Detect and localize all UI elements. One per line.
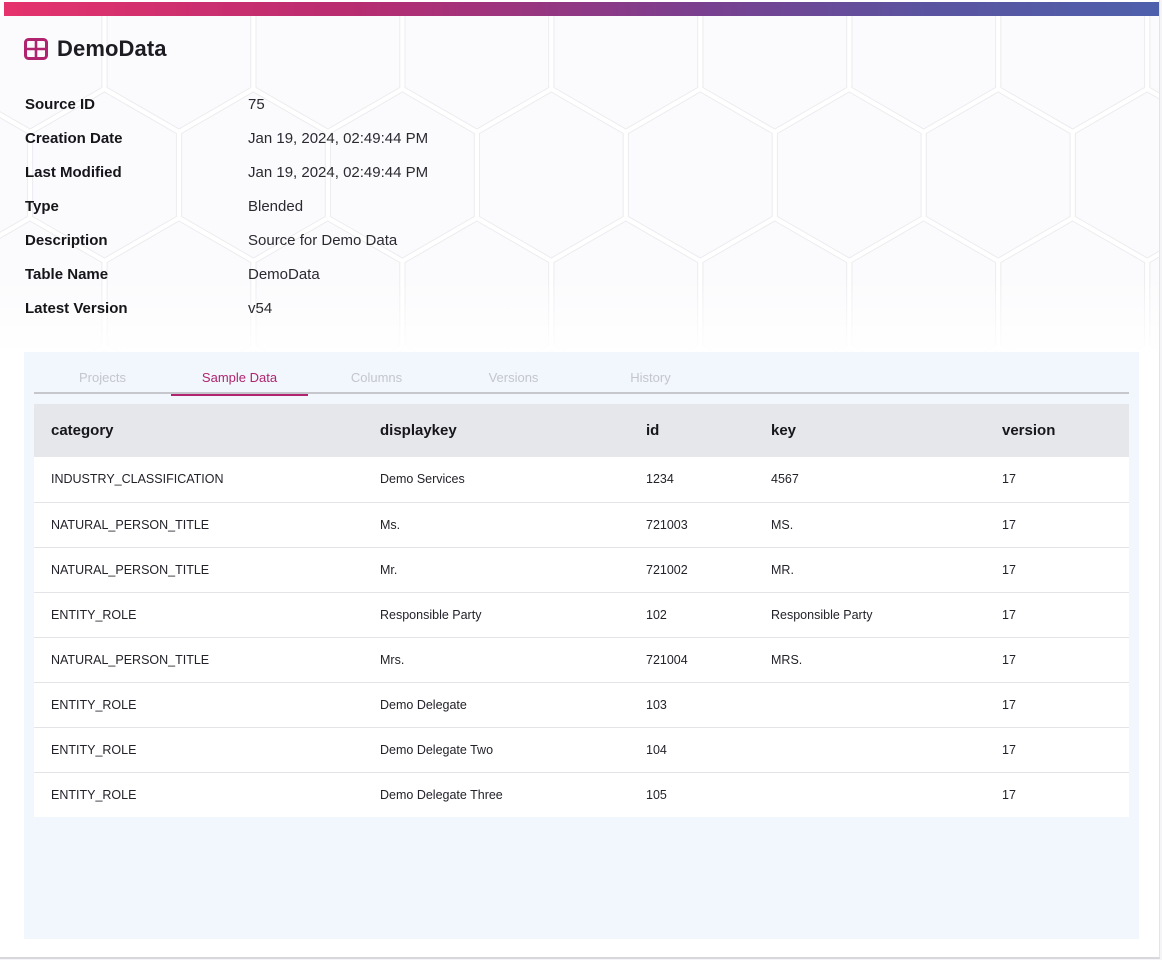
meta-label: Type bbox=[25, 198, 59, 215]
table-row[interactable]: NATURAL_PERSON_TITLE Ms. 721003 MS. 17 bbox=[34, 502, 1129, 548]
cell-category: NATURAL_PERSON_TITLE bbox=[34, 547, 363, 593]
cell-key bbox=[754, 727, 985, 773]
column-header-id[interactable]: id bbox=[629, 404, 754, 457]
table-row[interactable]: NATURAL_PERSON_TITLE Mrs. 721004 MRS. 17 bbox=[34, 637, 1129, 683]
cell-category: ENTITY_ROLE bbox=[34, 682, 363, 728]
cell-category: INDUSTRY_CLASSIFICATION bbox=[34, 457, 363, 503]
meta-value: v54 bbox=[248, 300, 273, 317]
cell-id: 721003 bbox=[629, 502, 754, 548]
table-row[interactable]: ENTITY_ROLE Demo Delegate 103 17 bbox=[34, 682, 1129, 728]
column-header-version[interactable]: version bbox=[985, 404, 1129, 457]
cell-category: ENTITY_ROLE bbox=[34, 727, 363, 773]
cell-key: Responsible Party bbox=[754, 592, 985, 638]
cell-version: 17 bbox=[985, 502, 1129, 548]
table-row[interactable]: INDUSTRY_CLASSIFICATION Demo Services 1234… bbox=[34, 457, 1129, 503]
meta-label: Description bbox=[25, 232, 108, 249]
cell-key: 4567 bbox=[754, 457, 985, 503]
cell-version: 17 bbox=[985, 457, 1129, 503]
page-title: DemoData bbox=[57, 36, 167, 61]
meta-value: Jan 19, 2024, 02:49:44 PM bbox=[248, 164, 429, 181]
meta-row-creation-date: Creation Date Jan 19, 2024, 02:49:44 PM bbox=[25, 130, 428, 164]
meta-value: 75 bbox=[248, 96, 265, 113]
tab-sample-data[interactable]: Sample Data bbox=[171, 352, 308, 396]
meta-label: Last Modified bbox=[25, 164, 122, 181]
source-metadata: Source ID 75 Creation Date Jan 19, 2024,… bbox=[25, 96, 428, 334]
cell-displaykey: Ms. bbox=[363, 502, 629, 548]
meta-row-table-name: Table Name DemoData bbox=[25, 266, 428, 300]
meta-value: Source for Demo Data bbox=[248, 232, 398, 249]
hexagon-shape bbox=[479, 91, 624, 259]
cell-id: 721002 bbox=[629, 547, 754, 593]
hexagon-shape bbox=[776, 91, 922, 259]
cell-category: ENTITY_ROLE bbox=[34, 592, 363, 638]
cell-id: 104 bbox=[629, 727, 754, 773]
meta-row-description: Description Source for Demo Data bbox=[25, 232, 428, 266]
column-header-category[interactable]: category bbox=[34, 404, 363, 457]
cell-id: 721004 bbox=[629, 637, 754, 683]
table-row[interactable]: ENTITY_ROLE Demo Delegate Two 104 17 bbox=[34, 727, 1129, 773]
meta-value: Jan 19, 2024, 02:49:44 PM bbox=[248, 130, 429, 147]
meta-row-source-id: Source ID 75 bbox=[25, 96, 428, 130]
cell-id: 103 bbox=[629, 682, 754, 728]
hexagon-shape bbox=[925, 91, 1071, 259]
cell-id: 102 bbox=[629, 592, 754, 638]
tab-history[interactable]: History bbox=[582, 352, 719, 394]
cell-displaykey: Mr. bbox=[363, 547, 629, 593]
tab-columns[interactable]: Columns bbox=[308, 352, 445, 394]
meta-row-last-modified: Last Modified Jan 19, 2024, 02:49:44 PM bbox=[25, 164, 428, 198]
column-header-key[interactable]: key bbox=[754, 404, 985, 457]
details-tab-panel: Projects Sample Data Columns Versions Hi… bbox=[24, 352, 1139, 939]
table-grid-icon bbox=[24, 38, 48, 60]
cell-displaykey: Demo Delegate bbox=[363, 682, 629, 728]
cell-version: 17 bbox=[985, 592, 1129, 638]
meta-value: Blended bbox=[248, 198, 304, 215]
cell-displaykey: Demo Services bbox=[363, 457, 629, 503]
cell-key: MRS. bbox=[754, 637, 985, 683]
cell-id: 1234 bbox=[629, 457, 754, 503]
tab-versions[interactable]: Versions bbox=[445, 352, 582, 394]
cell-version: 17 bbox=[985, 637, 1129, 683]
cell-category: NATURAL_PERSON_TITLE bbox=[34, 637, 363, 683]
meta-label: Creation Date bbox=[25, 130, 123, 147]
cell-key bbox=[754, 772, 985, 817]
cell-category: NATURAL_PERSON_TITLE bbox=[34, 502, 363, 548]
page-header: DemoData bbox=[24, 36, 167, 62]
cell-category: ENTITY_ROLE bbox=[51, 787, 137, 802]
cell-displaykey: Mrs. bbox=[363, 637, 629, 683]
meta-row-latest-version: Latest Version v54 bbox=[25, 300, 428, 334]
cell-key bbox=[754, 682, 985, 728]
cell-displaykey: Demo Delegate Two bbox=[363, 727, 629, 773]
meta-label: Table Name bbox=[25, 266, 109, 283]
cell-displaykey: Demo Delegate Three bbox=[380, 787, 503, 802]
meta-label: Source ID bbox=[25, 96, 96, 113]
table-header-row: category displaykey id key version bbox=[34, 404, 1129, 457]
brand-gradient-bar bbox=[4, 2, 1159, 16]
cell-version: 17 bbox=[1002, 787, 1016, 802]
cell-version: 17 bbox=[985, 727, 1129, 773]
meta-row-type: Type Blended bbox=[25, 198, 428, 232]
meta-value: DemoData bbox=[248, 266, 320, 283]
hexagon-shape bbox=[627, 91, 773, 259]
cell-displaykey: Responsible Party bbox=[363, 592, 629, 638]
table-row[interactable]: ENTITY_ROLE Responsible Party 102 Responsib… bbox=[34, 592, 1129, 638]
table-row[interactable]: ENTITY_ROLE Demo Delegate Three 105 17 bbox=[34, 772, 1129, 817]
source-detail-page: DemoData Source ID 75 Creation Date Jan … bbox=[0, 0, 1160, 959]
meta-label: Latest Version bbox=[25, 300, 128, 317]
cell-key: MR. bbox=[754, 547, 985, 593]
cell-version: 17 bbox=[985, 682, 1129, 728]
column-header-displaykey[interactable]: displaykey bbox=[363, 404, 629, 457]
cell-id: 105 bbox=[646, 787, 667, 802]
tab-bar: Projects Sample Data Columns Versions Hi… bbox=[34, 352, 1129, 396]
tab-projects[interactable]: Projects bbox=[34, 352, 171, 394]
cell-key: MS. bbox=[754, 502, 985, 548]
table-row[interactable]: NATURAL_PERSON_TITLE Mr. 721002 MR. 17 bbox=[34, 547, 1129, 593]
cell-version: 17 bbox=[985, 547, 1129, 593]
sample-data-table: category displaykey id key version INDUS… bbox=[34, 404, 1129, 817]
